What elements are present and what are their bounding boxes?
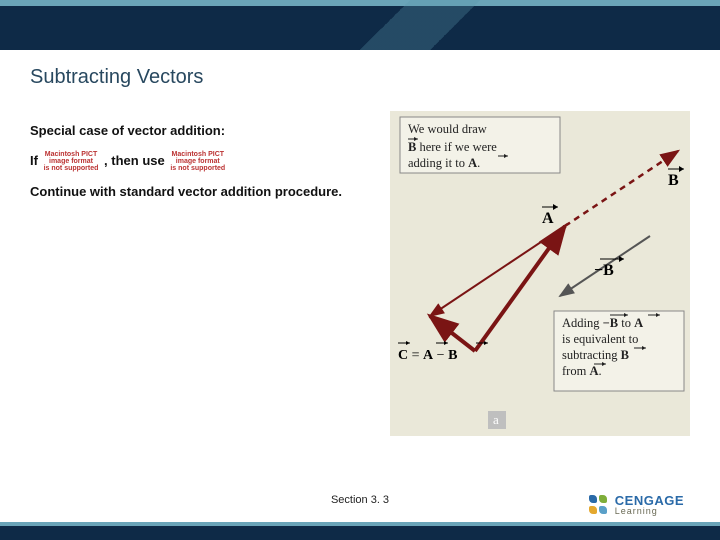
pict-l3: is not supported [44,165,99,172]
svg-text:C = A − B: C = A − B [398,348,457,363]
callout-top: We would draw B here if we were adding i… [400,117,560,173]
continue-line: Continue with standard vector addition p… [30,182,380,202]
if-word: If [30,153,38,168]
brand-sub: Learning [615,507,684,516]
pict-l3: is not supported [170,165,225,172]
svg-text:a: a [493,412,499,427]
svg-text:is equivalent to: is equivalent to [562,332,638,346]
svg-text:adding it to A.: adding it to A. [408,156,480,170]
svg-text:Adding −B to A: Adding −B to A [562,316,643,330]
svg-text:B here if we were: B here if we were [408,140,497,154]
missing-pict-icon: Macintosh PICT image format is not suppo… [42,151,101,172]
svg-text:from A.: from A. [562,364,602,378]
vector-figure: We would draw B here if we were adding i… [390,111,690,436]
c1-l1: We would draw [408,122,487,136]
svg-text:A: A [542,210,554,227]
pict-l1: Macintosh PICT [45,151,98,158]
intro-line: Special case of vector addition: [30,121,380,141]
svg-text:subtracting B: subtracting B [562,348,629,362]
pict-l1: Macintosh PICT [172,151,225,158]
footer-bar [0,526,720,540]
if-then-line: If Macintosh PICT image format is not su… [30,151,380,172]
footer: CENGAGE Learning [0,510,720,540]
slide-title: Subtracting Vectors [0,50,720,101]
then-use: , then use [104,153,165,168]
sublabel-a: a [488,411,506,429]
figure-column: We would draw B here if we were adding i… [390,111,690,441]
brand: CENGAGE Learning [589,494,684,516]
callout-bottom: Adding −B to A is equivalent to subtract… [554,311,684,391]
header-band [0,0,720,50]
pict-l2: image format [49,158,93,165]
brand-text: CENGAGE Learning [615,494,684,516]
svg-text:B: B [668,172,679,189]
missing-pict-icon: Macintosh PICT image format is not suppo… [168,151,227,172]
brand-logo-icon [589,495,609,515]
svg-text:−B: −B [594,262,614,279]
pict-l2: image format [176,158,220,165]
content-area: Special case of vector addition: If Maci… [0,101,720,441]
text-column: Special case of vector addition: If Maci… [30,111,380,441]
